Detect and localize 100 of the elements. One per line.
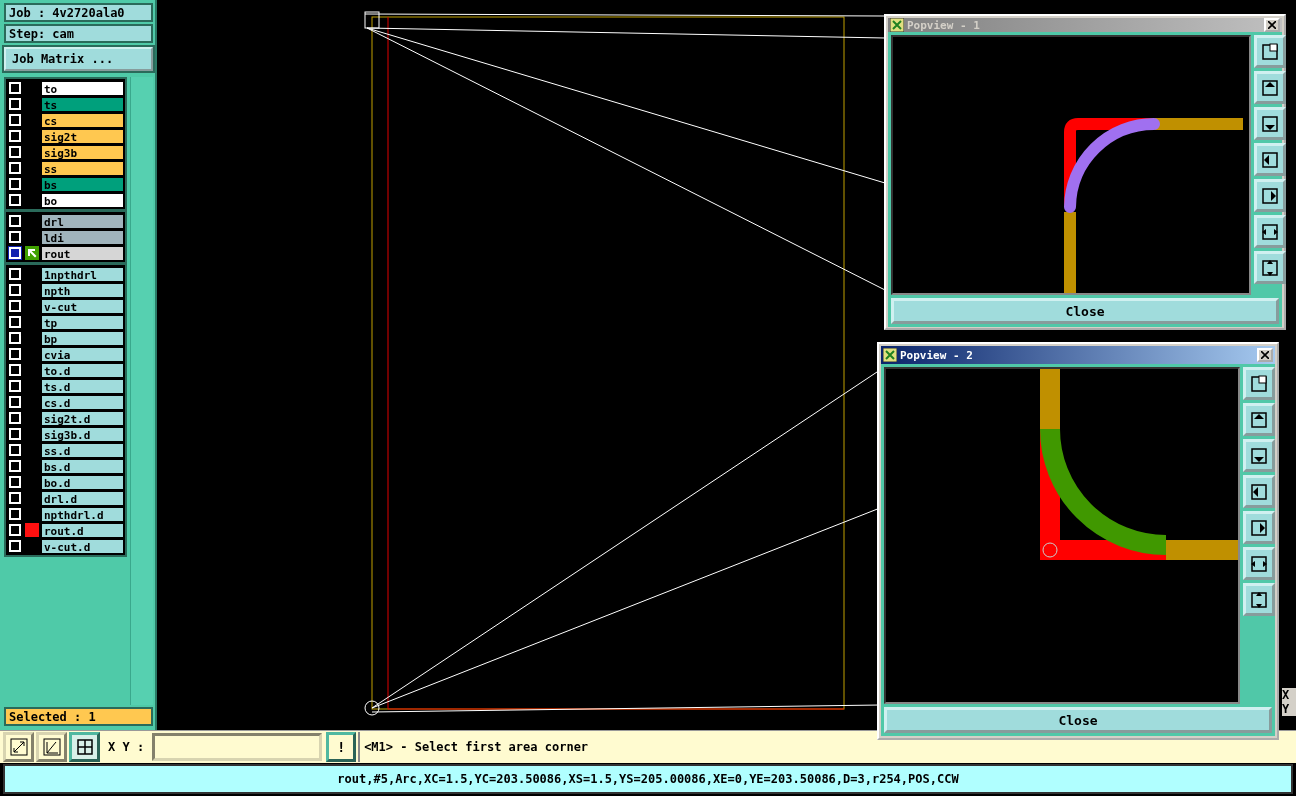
layer-name[interactable]: drl [41,213,124,229]
view-tool-button[interactable] [1243,367,1275,400]
layer-checkbox[interactable] [8,283,22,297]
layer-checkbox[interactable] [8,129,22,143]
layer-name[interactable]: ldi [41,229,124,245]
coordinate-input-field[interactable] [152,733,323,761]
layer-checkbox[interactable] [8,443,22,457]
window-title: Popview - 1 [907,18,981,32]
view-tool-icon [1260,257,1280,278]
view-tool-button[interactable] [1243,475,1275,508]
view-tool-button[interactable] [1243,511,1275,544]
layer-name[interactable]: npthdrl.d [41,506,124,522]
layer-name[interactable]: bp [41,330,124,346]
layer-checkbox[interactable] [8,230,22,244]
close-icon[interactable] [1264,18,1280,32]
layer-name[interactable]: rout.d [41,522,124,538]
display-swatch[interactable] [25,523,39,537]
layer-checkbox[interactable] [8,267,22,281]
arrow-icon [25,246,39,260]
layer-checkbox[interactable] [8,177,22,191]
layer-checkbox[interactable] [8,475,22,489]
window-title: Popview - 2 [900,348,974,362]
layer-checkbox[interactable] [8,145,22,159]
execute-button[interactable]: ! [326,732,357,762]
tool-button[interactable] [69,732,100,762]
view-tool-button[interactable] [1254,35,1286,68]
layer-name[interactable]: rout [41,245,124,261]
layer-checkbox[interactable] [8,379,22,393]
layer-name[interactable]: bs.d [41,458,124,474]
view-tool-icon [1249,481,1269,502]
layer-checkbox[interactable] [8,331,22,345]
xy-label: X Y : [107,740,146,754]
layer-checkbox[interactable] [8,539,22,553]
layer-checkbox[interactable] [8,246,22,260]
layer-name[interactable]: cs.d [41,394,124,410]
view-tool-button[interactable] [1254,215,1286,248]
layer-checkbox[interactable] [8,214,22,228]
layer-checkbox[interactable] [8,507,22,521]
layer-name[interactable]: v-cut [41,298,124,314]
layer-name[interactable]: sig2t.d [41,410,124,426]
layer-checkbox[interactable] [8,97,22,111]
layer-name[interactable]: bo.d [41,474,124,490]
layer-name[interactable]: ts [41,96,124,112]
view-tool-icon [1249,445,1269,466]
layer-checkbox[interactable] [8,411,22,425]
view-tool-icon [1260,113,1280,134]
angle-icon [41,737,62,757]
layer-name[interactable]: sig2t [41,128,124,144]
layer-name[interactable]: tp [41,314,124,330]
view-tool-icon [1260,149,1280,170]
close-button[interactable]: Close [884,707,1272,733]
layer-name[interactable]: to.d [41,362,124,378]
view-tool-button[interactable] [1243,439,1275,472]
view-tool-button[interactable] [1243,583,1275,616]
view-tool-button[interactable] [1254,71,1286,104]
layer-checkbox[interactable] [8,315,22,329]
prompt-message: <M1> - Select first area corner [358,732,589,762]
view-tool-button[interactable] [1254,143,1286,176]
view-tool-button[interactable] [1254,251,1286,284]
job-label: Job : 4v2720ala0 [4,3,153,22]
view-tool-button[interactable] [1243,547,1275,580]
close-button[interactable]: Close [891,298,1279,324]
app-icon [883,348,897,362]
layer-checkbox[interactable] [8,459,22,473]
layer-name[interactable]: to [41,80,124,96]
layer-checkbox[interactable] [8,193,22,207]
layer-checkbox[interactable] [8,491,22,505]
layer-checkbox[interactable] [8,81,22,95]
layer-name[interactable]: sig3b [41,144,124,160]
layer-checkbox[interactable] [8,347,22,361]
layer-name[interactable]: bo [41,192,124,208]
layer-name[interactable]: cvia [41,346,124,362]
step-label: Step: cam [4,24,153,43]
layer-name[interactable]: drl.d [41,490,124,506]
layer-name[interactable]: sig3b.d [41,426,124,442]
panel-scrollbar[interactable] [130,77,153,705]
layer-name[interactable]: npth [41,282,124,298]
axis-label: X [1282,688,1291,702]
view-tool-button[interactable] [1243,403,1275,436]
layer-checkbox[interactable] [8,363,22,377]
layer-name[interactable]: v-cut.d [41,538,124,554]
layer-checkbox[interactable] [8,427,22,441]
view-tool-button[interactable] [1254,179,1286,212]
layer-name[interactable]: ss.d [41,442,124,458]
view-tool-icon [1260,185,1280,206]
layer-checkbox[interactable] [8,395,22,409]
view-tool-button[interactable] [1254,107,1286,140]
layer-name[interactable]: 1npthdrl [41,266,124,282]
grid-icon [74,737,95,757]
layer-name[interactable]: bs [41,176,124,192]
view-tool-icon [1249,517,1269,538]
close-icon[interactable] [1257,348,1273,362]
layer-checkbox[interactable] [8,161,22,175]
job-matrix-button[interactable]: Job Matrix ... [4,47,153,71]
layer-checkbox[interactable] [8,299,22,313]
layer-checkbox[interactable] [8,523,22,537]
layer-name[interactable]: ts.d [41,378,124,394]
layer-name[interactable]: ss [41,160,124,176]
layer-checkbox[interactable] [8,113,22,127]
layer-name[interactable]: cs [41,112,124,128]
